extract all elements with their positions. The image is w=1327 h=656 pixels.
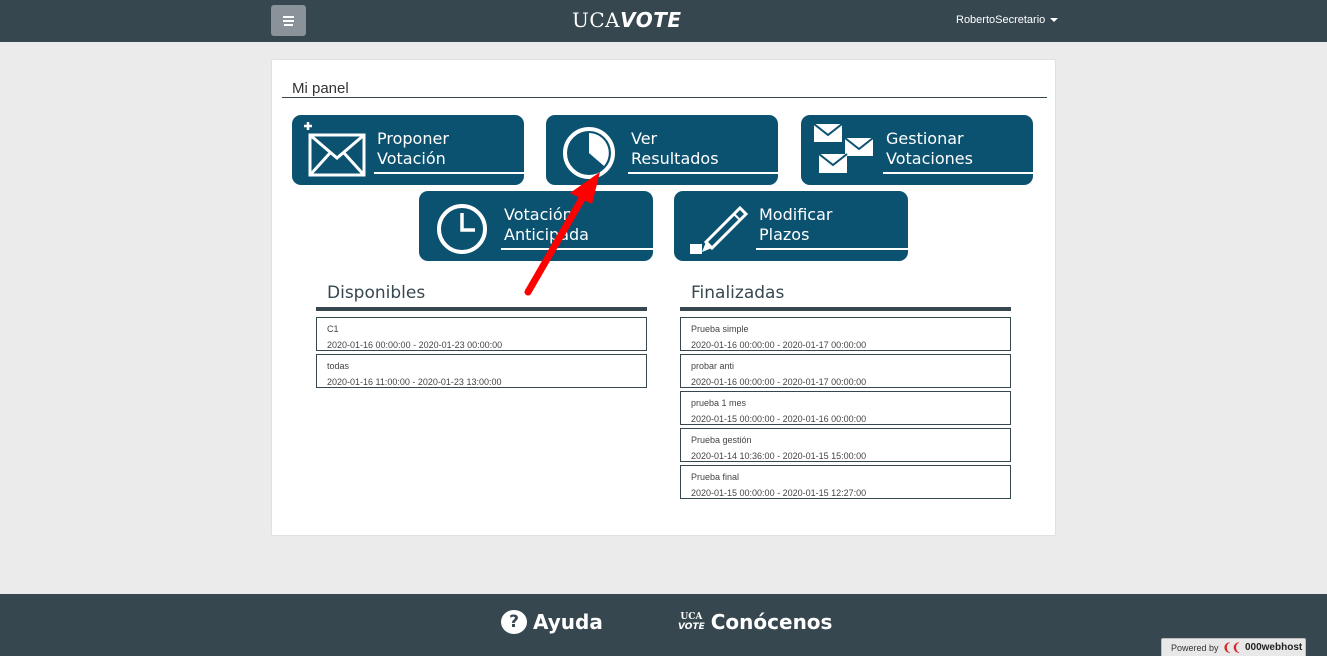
list-item[interactable]: Prueba simple 2020-01-16 00:00:00 - 2020… bbox=[680, 317, 1011, 351]
envelopes-icon bbox=[813, 123, 874, 173]
webhost-logo-icon: ❨❨ bbox=[1222, 642, 1241, 654]
list-item[interactable]: Prueba final 2020-01-15 00:00:00 - 2020-… bbox=[680, 465, 1011, 499]
user-name: RobertoSecretario bbox=[956, 14, 1046, 26]
app-logo[interactable]: UCAVOTE bbox=[572, 8, 682, 32]
caret-down-icon bbox=[1050, 18, 1059, 22]
available-list: C1 2020-01-16 00:00:00 - 2020-01-23 00:0… bbox=[316, 317, 647, 391]
list-item[interactable]: todas 2020-01-16 11:00:00 - 2020-01-23 1… bbox=[316, 354, 647, 388]
pencil-icon bbox=[690, 205, 748, 254]
modify-deadlines-button[interactable]: Modificar Plazos bbox=[674, 191, 908, 261]
finished-heading: Finalizadas bbox=[691, 283, 785, 303]
pie-chart-icon bbox=[563, 127, 615, 179]
user-dropdown[interactable]: RobertoSecretario bbox=[956, 14, 1059, 26]
divider bbox=[316, 307, 647, 311]
about-link[interactable]: UCA VOTE Conócenos bbox=[678, 610, 832, 634]
clock-icon bbox=[437, 204, 487, 254]
envelope-plus-icon bbox=[304, 122, 366, 177]
menu-icon bbox=[283, 15, 294, 18]
view-results-button[interactable]: Ver Resultados bbox=[546, 115, 778, 185]
question-icon: ? bbox=[501, 610, 527, 634]
finished-list: Prueba simple 2020-01-16 00:00:00 - 2020… bbox=[680, 317, 1011, 502]
list-item[interactable]: probar anti 2020-01-16 00:00:00 - 2020-0… bbox=[680, 354, 1011, 388]
powered-by-badge[interactable]: Powered by ❨❨ 000webhost bbox=[1161, 638, 1306, 656]
manage-votes-button[interactable]: Gestionar Votaciones bbox=[801, 115, 1033, 185]
sidebar-toggle-button[interactable] bbox=[271, 5, 306, 36]
help-link[interactable]: ? Ayuda bbox=[501, 610, 603, 634]
top-navbar: UCAVOTE RobertoSecretario bbox=[0, 0, 1327, 42]
panel-title: Mi panel bbox=[292, 80, 349, 97]
early-vote-button[interactable]: Votación Anticipada bbox=[419, 191, 653, 261]
list-item[interactable]: Prueba gestión 2020-01-14 10:36:00 - 202… bbox=[680, 428, 1011, 462]
propose-vote-button[interactable]: Proponer Votación bbox=[292, 115, 524, 185]
list-item[interactable]: prueba 1 mes 2020-01-15 00:00:00 - 2020-… bbox=[680, 391, 1011, 425]
divider bbox=[680, 307, 1011, 311]
divider bbox=[282, 97, 1047, 98]
available-heading: Disponibles bbox=[327, 283, 426, 303]
uca-vote-logo: UCA VOTE bbox=[678, 612, 705, 632]
list-item[interactable]: C1 2020-01-16 00:00:00 - 2020-01-23 00:0… bbox=[316, 317, 647, 351]
footer: ? Ayuda UCA VOTE Conócenos bbox=[0, 594, 1327, 656]
